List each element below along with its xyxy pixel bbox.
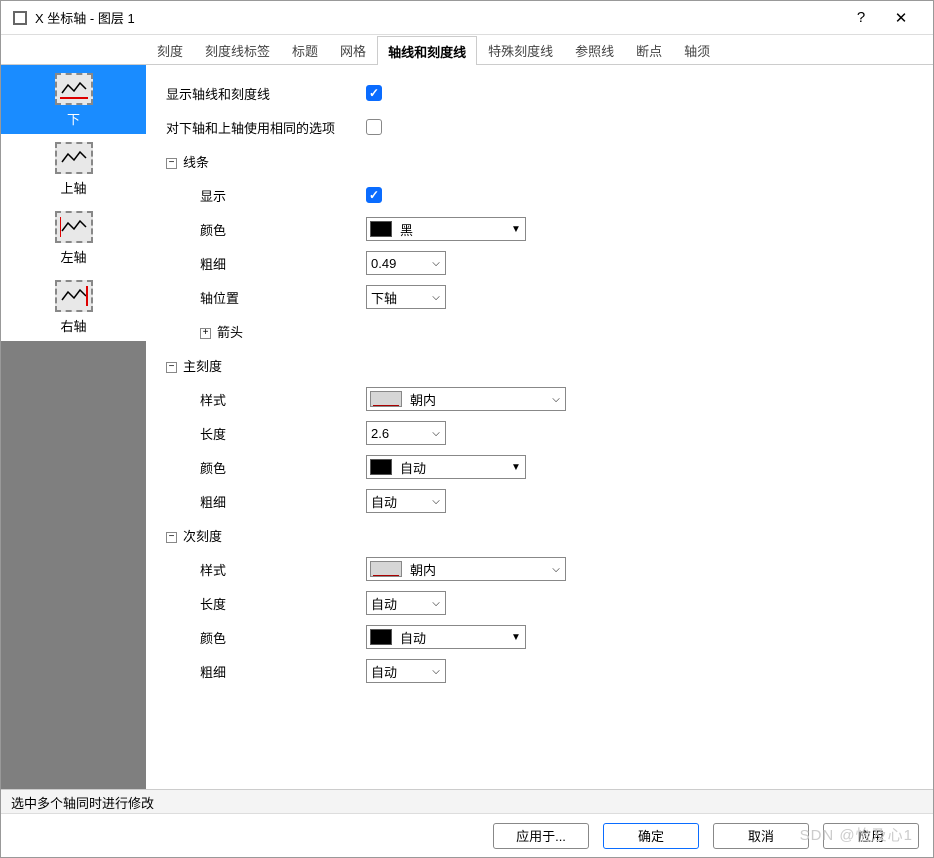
tab-tick-labels[interactable]: 刻度线标签 bbox=[194, 35, 281, 64]
axis-pos-label: 轴位置 bbox=[166, 288, 366, 307]
status-bar: 选中多个轴同时进行修改 bbox=[1, 789, 933, 813]
sidebar-item-label: 下 bbox=[67, 109, 80, 128]
line-color-dropdown[interactable]: 黑 ▼ bbox=[366, 217, 526, 241]
sidebar-item-right[interactable]: 右轴 bbox=[1, 272, 146, 341]
minor-color-label: 颜色 bbox=[166, 628, 366, 647]
chevron-down-icon: ⌵ bbox=[427, 258, 445, 269]
chevron-down-icon: ▼ bbox=[507, 462, 525, 473]
line-show-label: 显示 bbox=[166, 186, 366, 205]
chevron-down-icon: ⌵ bbox=[427, 598, 445, 609]
major-style-label: 样式 bbox=[166, 390, 366, 409]
dialog-body: 下 上轴 左轴 右轴 显示 bbox=[1, 65, 933, 789]
axis-icon bbox=[55, 73, 93, 105]
color-swatch-icon bbox=[370, 221, 392, 237]
same-opts-label: 对下轴和上轴使用相同的选项 bbox=[166, 118, 366, 137]
section-major: −主刻度 bbox=[166, 356, 366, 375]
tab-rug[interactable]: 轴须 bbox=[673, 35, 721, 64]
tick-preview-icon bbox=[370, 391, 402, 407]
minor-len-dropdown[interactable]: 自动 ⌵ bbox=[366, 591, 446, 615]
tab-line-ticks[interactable]: 轴线和刻度线 bbox=[377, 36, 477, 65]
dialog-window: X 坐标轴 - 图层 1 ? ✕ 刻度 刻度线标签 标题 网格 轴线和刻度线 特… bbox=[0, 0, 934, 858]
sidebar-item-left[interactable]: 左轴 bbox=[1, 203, 146, 272]
help-button[interactable]: ? bbox=[841, 9, 881, 26]
major-thick-dropdown[interactable]: 自动 ⌵ bbox=[366, 489, 446, 513]
tick-preview-icon bbox=[370, 561, 402, 577]
line-thick-label: 粗细 bbox=[166, 254, 366, 273]
tab-grid[interactable]: 网格 bbox=[329, 35, 377, 64]
color-swatch-icon bbox=[370, 459, 392, 475]
chevron-down-icon: ⌵ bbox=[427, 292, 445, 303]
section-line: −线条 bbox=[166, 152, 366, 171]
window-title: X 坐标轴 - 图层 1 bbox=[35, 8, 841, 27]
sidebar-item-top[interactable]: 上轴 bbox=[1, 134, 146, 203]
sidebar-item-label: 右轴 bbox=[60, 316, 86, 335]
ok-button[interactable]: 确定 bbox=[603, 823, 699, 849]
collapse-icon[interactable]: − bbox=[166, 362, 177, 373]
major-style-dropdown[interactable]: 朝内 ⌵ bbox=[366, 387, 566, 411]
chevron-down-icon: ⌵ bbox=[427, 496, 445, 507]
axis-icon bbox=[55, 280, 93, 312]
app-icon bbox=[13, 11, 27, 25]
tab-scale[interactable]: 刻度 bbox=[146, 35, 194, 64]
major-len-dropdown[interactable]: 2.6 ⌵ bbox=[366, 421, 446, 445]
minor-len-label: 长度 bbox=[166, 594, 366, 613]
tab-bar: 刻度 刻度线标签 标题 网格 轴线和刻度线 特殊刻度线 参照线 断点 轴须 bbox=[1, 35, 933, 65]
axis-icon bbox=[55, 142, 93, 174]
settings-panel: 显示轴线和刻度线 对下轴和上轴使用相同的选项 −线条 显示 颜色 黑 ▼ bbox=[146, 65, 933, 789]
dialog-footer: 应用于... 确定 取消 应用 SDN @怡及心1 bbox=[1, 813, 933, 857]
major-color-label: 颜色 bbox=[166, 458, 366, 477]
apply-button[interactable]: 应用 bbox=[823, 823, 919, 849]
tab-special-ticks[interactable]: 特殊刻度线 bbox=[477, 35, 564, 64]
show-axis-label: 显示轴线和刻度线 bbox=[166, 84, 366, 103]
tab-breaks[interactable]: 断点 bbox=[625, 35, 673, 64]
minor-color-dropdown[interactable]: 自动 ▼ bbox=[366, 625, 526, 649]
axis-pos-dropdown[interactable]: 下轴 ⌵ bbox=[366, 285, 446, 309]
expand-icon[interactable]: + bbox=[200, 328, 211, 339]
titlebar: X 坐标轴 - 图层 1 ? ✕ bbox=[1, 1, 933, 35]
chevron-down-icon: ▼ bbox=[507, 224, 525, 235]
close-button[interactable]: ✕ bbox=[881, 9, 921, 27]
line-show-checkbox[interactable] bbox=[366, 187, 382, 203]
chevron-down-icon: ▼ bbox=[507, 632, 525, 643]
chevron-down-icon: ⌵ bbox=[427, 666, 445, 677]
collapse-icon[interactable]: − bbox=[166, 158, 177, 169]
show-axis-checkbox[interactable] bbox=[366, 85, 382, 101]
major-color-dropdown[interactable]: 自动 ▼ bbox=[366, 455, 526, 479]
chevron-down-icon: ⌵ bbox=[547, 394, 565, 405]
status-text: 选中多个轴同时进行修改 bbox=[11, 796, 154, 811]
axis-icon bbox=[55, 211, 93, 243]
major-len-label: 长度 bbox=[166, 424, 366, 443]
sidebar-item-label: 左轴 bbox=[60, 247, 86, 266]
minor-thick-label: 粗细 bbox=[166, 662, 366, 681]
color-swatch-icon bbox=[370, 629, 392, 645]
same-opts-checkbox[interactable] bbox=[366, 119, 382, 135]
line-color-label: 颜色 bbox=[166, 220, 366, 239]
collapse-icon[interactable]: − bbox=[166, 532, 177, 543]
minor-style-label: 样式 bbox=[166, 560, 366, 579]
axis-sidebar: 下 上轴 左轴 右轴 bbox=[1, 65, 146, 789]
major-thick-label: 粗细 bbox=[166, 492, 366, 511]
arrow-section: +箭头 bbox=[166, 322, 366, 341]
section-minor: −次刻度 bbox=[166, 526, 366, 545]
minor-style-dropdown[interactable]: 朝内 ⌵ bbox=[366, 557, 566, 581]
tab-title[interactable]: 标题 bbox=[281, 35, 329, 64]
chevron-down-icon: ⌵ bbox=[427, 428, 445, 439]
tab-reference[interactable]: 参照线 bbox=[564, 35, 625, 64]
sidebar-item-label: 上轴 bbox=[60, 178, 86, 197]
sidebar-item-bottom[interactable]: 下 bbox=[1, 65, 146, 134]
line-thick-dropdown[interactable]: 0.49 ⌵ bbox=[366, 251, 446, 275]
cancel-button[interactable]: 取消 bbox=[713, 823, 809, 849]
apply-to-button[interactable]: 应用于... bbox=[493, 823, 589, 849]
minor-thick-dropdown[interactable]: 自动 ⌵ bbox=[366, 659, 446, 683]
chevron-down-icon: ⌵ bbox=[547, 564, 565, 575]
